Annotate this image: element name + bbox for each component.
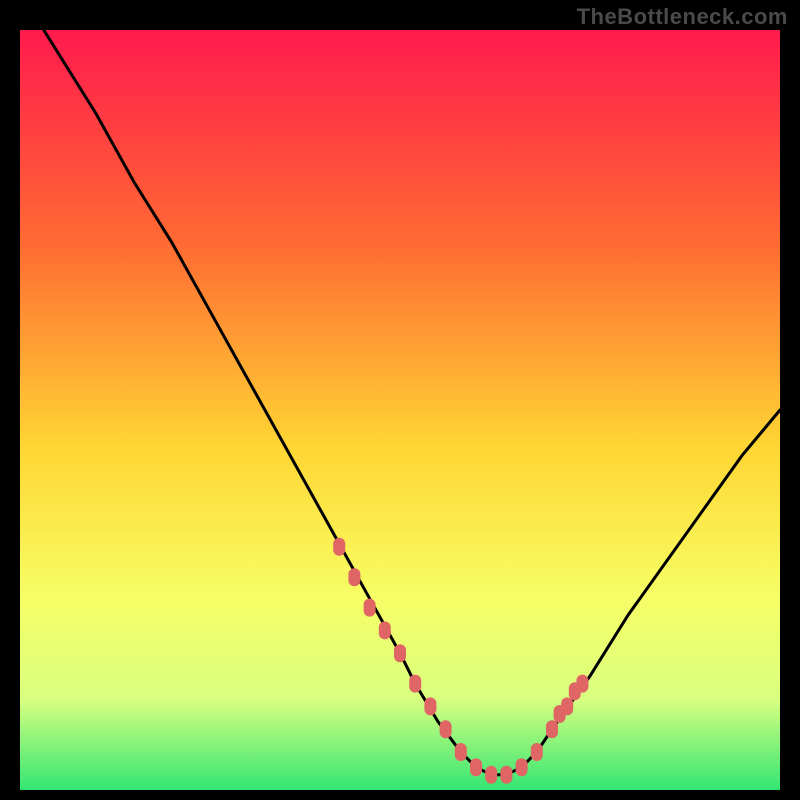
chart-frame: TheBottleneck.com (0, 0, 800, 800)
marker-point (455, 743, 467, 761)
marker-point (333, 538, 345, 556)
chart-svg (20, 30, 780, 790)
marker-point (576, 675, 588, 693)
marker-point (500, 766, 512, 784)
marker-point (424, 697, 436, 715)
marker-point (561, 697, 573, 715)
marker-point (364, 599, 376, 617)
marker-point (470, 758, 482, 776)
watermark-text: TheBottleneck.com (577, 4, 788, 30)
marker-point (379, 621, 391, 639)
marker-point (531, 743, 543, 761)
marker-point (516, 758, 528, 776)
marker-point (440, 720, 452, 738)
marker-point (485, 766, 497, 784)
marker-point (546, 720, 558, 738)
marker-point (409, 675, 421, 693)
marker-point (394, 644, 406, 662)
marker-point (348, 568, 360, 586)
gradient-background (20, 30, 780, 790)
bottleneck-chart (20, 30, 780, 790)
